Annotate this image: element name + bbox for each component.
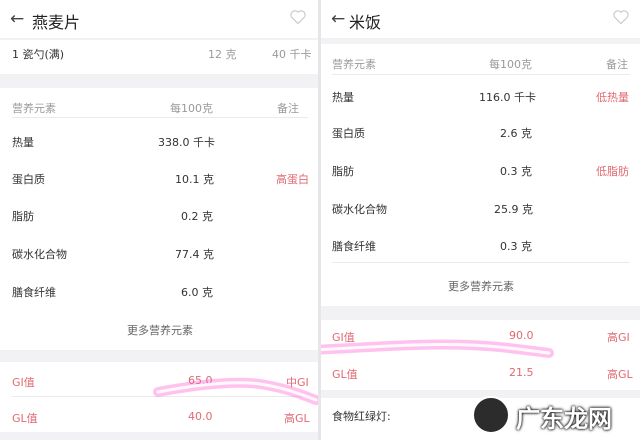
page-title: 燕麦片 [32, 13, 81, 32]
heart-outline-icon[interactable] [612, 9, 630, 25]
gl-label: GL值 [12, 412, 38, 425]
band-divider [321, 306, 640, 320]
arrow-left-icon[interactable]: ← [10, 9, 24, 29]
divider [12, 117, 308, 118]
nutrient-name: 蛋白质 [12, 173, 45, 186]
watermark: 广东龙网 [472, 396, 632, 436]
nutrient-name: 热量 [332, 91, 354, 104]
nutrient-note: 低脂肪 [596, 165, 629, 178]
portion-kcal: 40 千卡 [272, 48, 312, 61]
divider [12, 396, 308, 397]
watermark-text: 广东龙网 [516, 405, 612, 433]
nutrient-value: 10.1 克 [175, 173, 214, 186]
gi-level: 高GI [607, 331, 630, 344]
header: ← 燕麦片 [0, 0, 318, 38]
portion-label: 1 瓷勺(满) [12, 48, 65, 61]
nutrient-value: 6.0 克 [181, 286, 213, 299]
gi-level: 中GI [286, 376, 309, 389]
more-nutrients-link[interactable]: 更多营养元素 [448, 278, 514, 294]
band-divider [0, 350, 318, 362]
nutrient-note: 低热量 [596, 91, 629, 104]
nutrient-note: 高蛋白 [276, 173, 309, 186]
page-title: 米饭 [349, 13, 382, 32]
nutrient-name: 脂肪 [332, 165, 354, 178]
header: ← 米饭 [321, 0, 640, 38]
food-detail-right: ← 米饭 营养元素 每100克 备注 热量 116.0 千卡 低热量 蛋白质 2… [321, 0, 640, 440]
nutrient-value: 116.0 千卡 [479, 91, 536, 104]
nutrient-name: 膳食纤维 [12, 286, 56, 299]
portion-grams: 12 克 [208, 48, 237, 61]
gl-value: 40.0 [188, 410, 213, 423]
gl-label: GL值 [332, 368, 358, 381]
gl-level: 高GL [284, 412, 310, 425]
gl-level: 高GL [607, 368, 633, 381]
column-header-per100g: 每100克 [170, 102, 213, 115]
column-header-note: 备注 [277, 102, 299, 115]
traffic-light-label: 食物红绿灯: [332, 410, 391, 423]
food-detail-left: ← 燕麦片 1 瓷勺(满) 12 克 40 千卡 营养元素 每100克 备注 热… [0, 0, 318, 440]
divider [332, 262, 630, 263]
gi-label: GI值 [332, 331, 355, 344]
nutrient-value: 77.4 克 [175, 248, 214, 261]
nutrient-name: 膳食纤维 [332, 240, 376, 253]
nutrient-name: 热量 [12, 136, 34, 149]
column-header-per100g: 每100克 [489, 58, 532, 71]
gi-value: 65.0 [188, 374, 213, 387]
nutrient-name: 碳水化合物 [12, 248, 67, 261]
nutrient-value: 338.0 千卡 [158, 136, 215, 149]
gi-value: 90.0 [509, 329, 534, 342]
divider [332, 74, 630, 75]
nutrient-name: 碳水化合物 [332, 203, 387, 216]
band-divider [0, 432, 318, 440]
gi-label: GI值 [12, 376, 35, 389]
band-divider [0, 38, 318, 40]
column-header-nutrient: 营养元素 [12, 102, 56, 115]
band-divider [321, 38, 640, 44]
nutrient-value: 25.9 克 [494, 203, 533, 216]
nutrient-name: 脂肪 [12, 210, 34, 223]
gl-value: 21.5 [509, 366, 534, 379]
arrow-left-icon[interactable]: ← [331, 9, 345, 29]
watermark-logo-icon [472, 396, 510, 434]
nutrient-name: 蛋白质 [332, 127, 365, 140]
nutrient-value: 0.3 克 [500, 165, 532, 178]
more-nutrients-link[interactable]: 更多营养元素 [127, 322, 193, 338]
nutrient-value: 0.3 克 [500, 240, 532, 253]
band-divider [0, 74, 318, 88]
column-header-nutrient: 营养元素 [332, 58, 376, 71]
nutrient-value: 2.6 克 [500, 127, 532, 140]
column-header-note: 备注 [606, 58, 628, 71]
nutrient-value: 0.2 克 [181, 210, 213, 223]
heart-outline-icon[interactable] [289, 9, 307, 25]
